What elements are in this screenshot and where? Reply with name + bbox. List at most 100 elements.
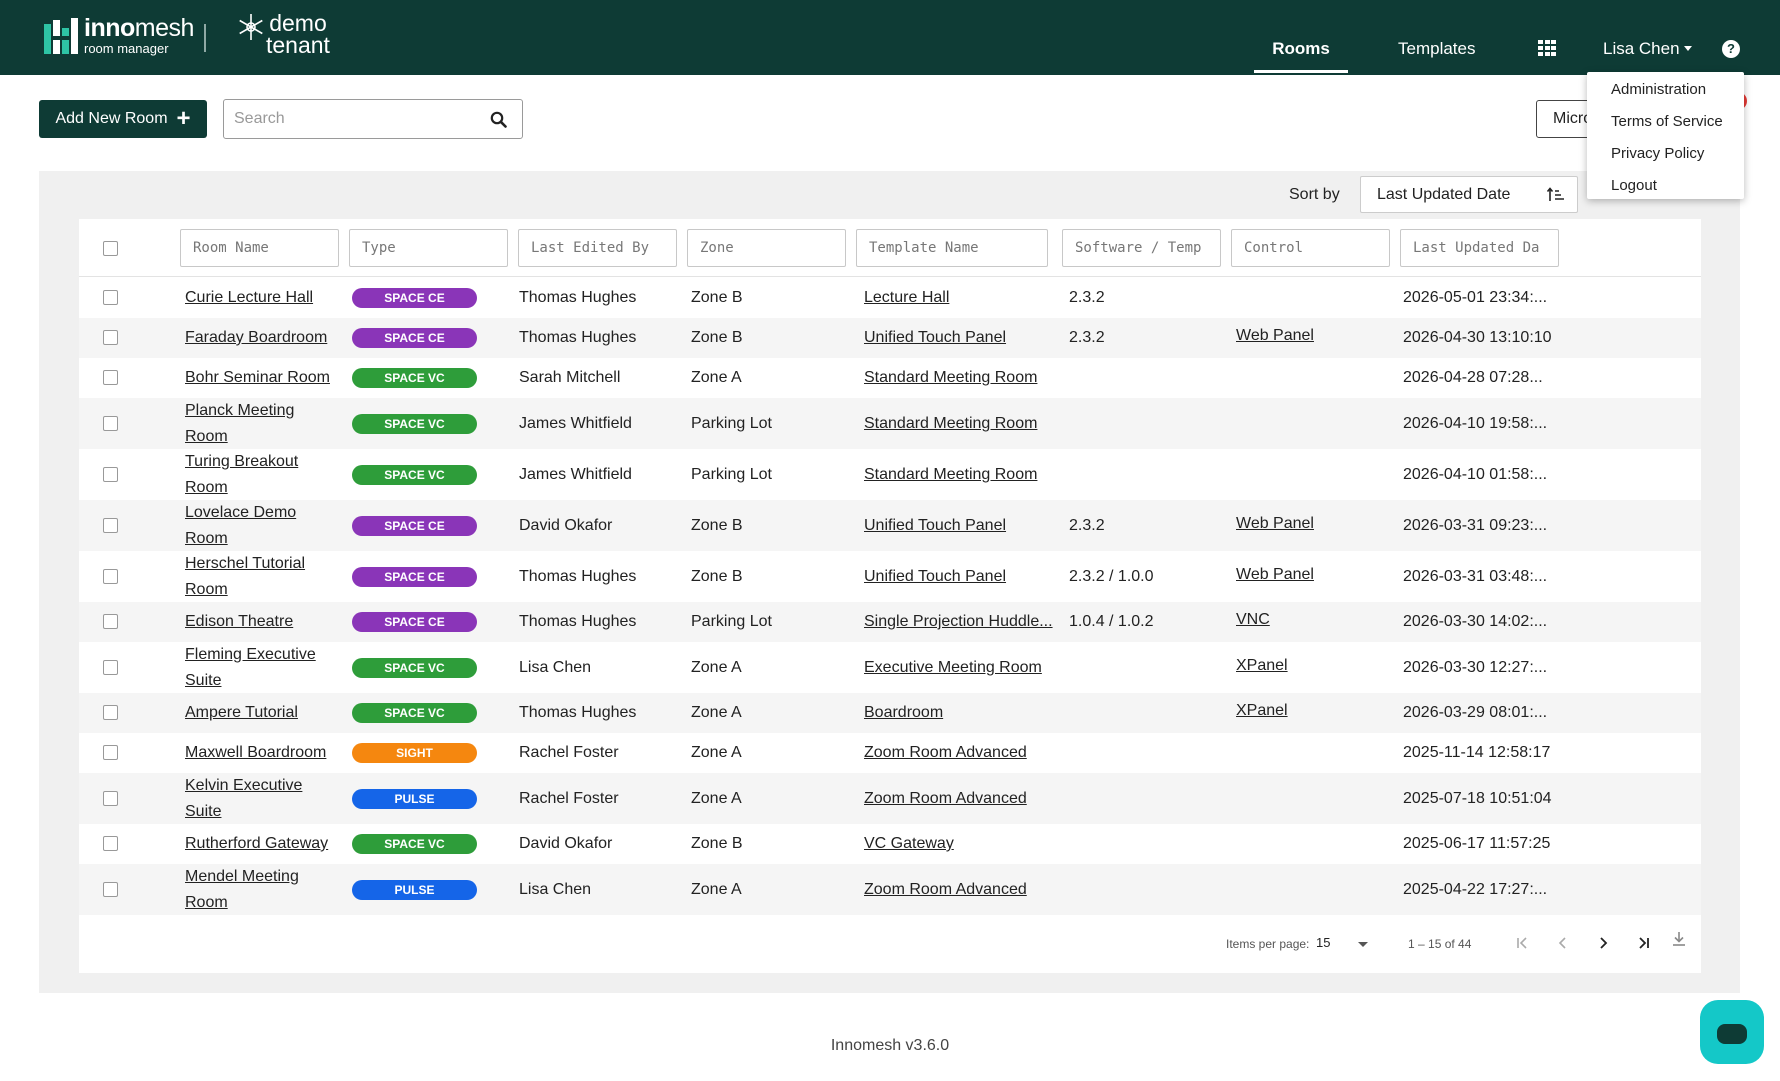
- last-page-icon[interactable]: [1634, 934, 1652, 952]
- sort-ascending-icon[interactable]: [1547, 187, 1565, 203]
- row-checkbox[interactable]: [103, 745, 118, 760]
- sort-select[interactable]: Last Updated Date: [1360, 176, 1578, 213]
- user-menu-button[interactable]: Lisa Chen: [1603, 0, 1692, 75]
- next-page-icon[interactable]: [1594, 934, 1612, 952]
- template-link[interactable]: VC Gateway: [864, 831, 1054, 857]
- template-link[interactable]: Unified Touch Panel: [864, 564, 1054, 590]
- nav-tab-templates[interactable]: Templates: [1398, 0, 1475, 75]
- row-checkbox[interactable]: [103, 790, 118, 806]
- innomesh-logo[interactable]: innomesh room manager: [44, 16, 194, 55]
- room-name-link[interactable]: Ampere Tutorial: [185, 700, 330, 726]
- table-row[interactable]: Rutherford Gateway SPACE VC David Okafor Zo…: [79, 824, 1701, 864]
- table-row[interactable]: Bohr Seminar Room SPACE VC Sarah Mitchell Z…: [79, 358, 1701, 398]
- room-name-link[interactable]: Planck Meeting Room: [185, 398, 330, 450]
- template-link[interactable]: Boardroom: [864, 700, 1054, 726]
- table-row[interactable]: Planck Meeting Room SPACE VC James Whitfiel…: [79, 398, 1701, 449]
- table-row[interactable]: Mendel Meeting Room PULSE Lisa Chen Zone A Zo…: [79, 864, 1701, 915]
- room-name-link[interactable]: Edison Theatre: [185, 609, 330, 635]
- control-link[interactable]: Web Panel: [1236, 562, 1314, 588]
- menu-item-terms-of-service[interactable]: Terms of Service: [1587, 108, 1744, 140]
- menu-item-administration[interactable]: Administration: [1587, 76, 1744, 108]
- table-row[interactable]: Edison Theatre SPACE CE Thomas Hughes Parki…: [79, 602, 1701, 642]
- row-checkbox[interactable]: [103, 290, 118, 305]
- control-link[interactable]: Web Panel: [1236, 511, 1314, 537]
- row-checkbox[interactable]: [103, 568, 118, 584]
- template-link[interactable]: Zoom Room Advanced: [864, 877, 1054, 903]
- table-row[interactable]: Faraday Boardroom SPACE CE Thomas Hughes Zo…: [79, 318, 1701, 358]
- room-name-link[interactable]: Lovelace Demo Room: [185, 500, 330, 552]
- row-checkbox[interactable]: [103, 330, 118, 345]
- table-row[interactable]: Lovelace Demo Room SPACE CE David Okafor Zon…: [79, 500, 1701, 551]
- room-name-link[interactable]: Mendel Meeting Room: [185, 864, 330, 916]
- room-name-link[interactable]: Fleming Executive Suite: [185, 642, 330, 694]
- template-link[interactable]: Executive Meeting Room: [864, 655, 1054, 681]
- filter-zone[interactable]: Zone: [687, 229, 846, 267]
- items-per-page-select[interactable]: 15: [1316, 935, 1330, 950]
- app-version: Innomesh v3.6.0: [830, 1037, 950, 1054]
- template-link[interactable]: Lecture Hall: [864, 285, 1054, 311]
- filter-software[interactable]: Software / Temp: [1062, 229, 1221, 267]
- room-name-link[interactable]: Curie Lecture Hall: [185, 285, 330, 311]
- chat-launcher-button[interactable]: [1700, 1000, 1764, 1064]
- select-all-checkbox[interactable]: [103, 241, 118, 256]
- caret-down-icon[interactable]: [1358, 942, 1368, 947]
- template-link[interactable]: Standard Meeting Room: [864, 365, 1054, 391]
- filter-control[interactable]: Control: [1231, 229, 1390, 267]
- control-link[interactable]: VNC: [1236, 607, 1270, 633]
- filter-last-edited-by[interactable]: Last Edited By: [518, 229, 677, 267]
- row-checkbox[interactable]: [103, 517, 118, 533]
- filter-room-name[interactable]: Room Name: [180, 229, 339, 267]
- room-name-link[interactable]: Maxwell Boardroom: [185, 740, 330, 766]
- row-checkbox[interactable]: [103, 705, 118, 720]
- room-name-link[interactable]: Turing Breakout Room: [185, 449, 330, 501]
- row-checkbox[interactable]: [103, 415, 118, 431]
- filter-type[interactable]: Type: [349, 229, 508, 267]
- last-updated-date: 2026-04-10 19:58:...: [1403, 414, 1548, 432]
- control-link[interactable]: XPanel: [1236, 653, 1288, 679]
- row-checkbox[interactable]: [103, 466, 118, 482]
- menu-item-privacy-policy[interactable]: Privacy Policy: [1587, 140, 1744, 172]
- table-row[interactable]: Turing Breakout Room SPACE VC James Whitfie…: [79, 449, 1701, 500]
- row-checkbox[interactable]: [103, 881, 118, 897]
- download-icon[interactable]: [1670, 930, 1688, 948]
- search-input[interactable]: [234, 108, 474, 130]
- template-link[interactable]: Single Projection Huddle...: [864, 609, 1054, 635]
- nav-tab-rooms[interactable]: Rooms: [1254, 0, 1348, 73]
- template-link[interactable]: Zoom Room Advanced: [864, 786, 1054, 812]
- last-updated-date: 2026-03-31 03:48:...: [1403, 567, 1548, 585]
- help-icon[interactable]: ?: [1722, 40, 1740, 58]
- template-link[interactable]: Standard Meeting Room: [864, 411, 1054, 437]
- table-row[interactable]: Herschel Tutorial Room SPACE CE Thomas Hugh…: [79, 551, 1701, 602]
- row-checkbox[interactable]: [103, 614, 118, 629]
- last-updated-date: 2026-03-29 08:01:...: [1403, 704, 1548, 721]
- apps-grid-icon[interactable]: [1538, 40, 1556, 56]
- table-row[interactable]: Kelvin Executive Suite PULSE Rachel Foster Z…: [79, 773, 1701, 824]
- filter-last-updated[interactable]: Last Updated Da: [1400, 229, 1559, 267]
- room-name-link[interactable]: Herschel Tutorial Room: [185, 551, 330, 603]
- template-link[interactable]: Unified Touch Panel: [864, 325, 1054, 351]
- template-link[interactable]: Zoom Room Advanced: [864, 740, 1054, 766]
- filter-template-name[interactable]: Template Name: [856, 229, 1048, 267]
- search-icon[interactable]: [490, 111, 507, 128]
- control-link[interactable]: Web Panel: [1236, 323, 1314, 349]
- room-name-link[interactable]: Kelvin Executive Suite: [185, 773, 330, 825]
- control-link[interactable]: XPanel: [1236, 698, 1288, 724]
- room-name-link[interactable]: Bohr Seminar Room: [185, 365, 330, 391]
- table-row[interactable]: Fleming Executive Suite SPACE VC Lisa Chen Z…: [79, 642, 1701, 693]
- menu-item-logout[interactable]: Logout: [1587, 172, 1744, 204]
- chat-icon: [1717, 1024, 1747, 1044]
- room-name-link[interactable]: Rutherford Gateway: [185, 831, 330, 857]
- template-link[interactable]: Standard Meeting Room: [864, 462, 1054, 488]
- template-link[interactable]: Unified Touch Panel: [864, 513, 1054, 539]
- row-checkbox[interactable]: [103, 836, 118, 851]
- table-row[interactable]: Ampere Tutorial SPACE VC Thomas Hughes Zone…: [79, 693, 1701, 733]
- add-new-room-button[interactable]: Add New Room +: [39, 100, 207, 138]
- table-row[interactable]: Maxwell Boardroom SIGHT Rachel Foster Zone …: [79, 733, 1701, 773]
- first-page-icon[interactable]: [1514, 934, 1532, 952]
- last-edited-by: James Whitfield: [519, 414, 632, 432]
- table-row[interactable]: Curie Lecture Hall SPACE CE Thomas Hughes Z…: [79, 278, 1701, 318]
- row-checkbox[interactable]: [103, 370, 118, 385]
- previous-page-icon[interactable]: [1554, 934, 1572, 952]
- room-name-link[interactable]: Faraday Boardroom: [185, 325, 330, 351]
- row-checkbox[interactable]: [103, 659, 118, 675]
